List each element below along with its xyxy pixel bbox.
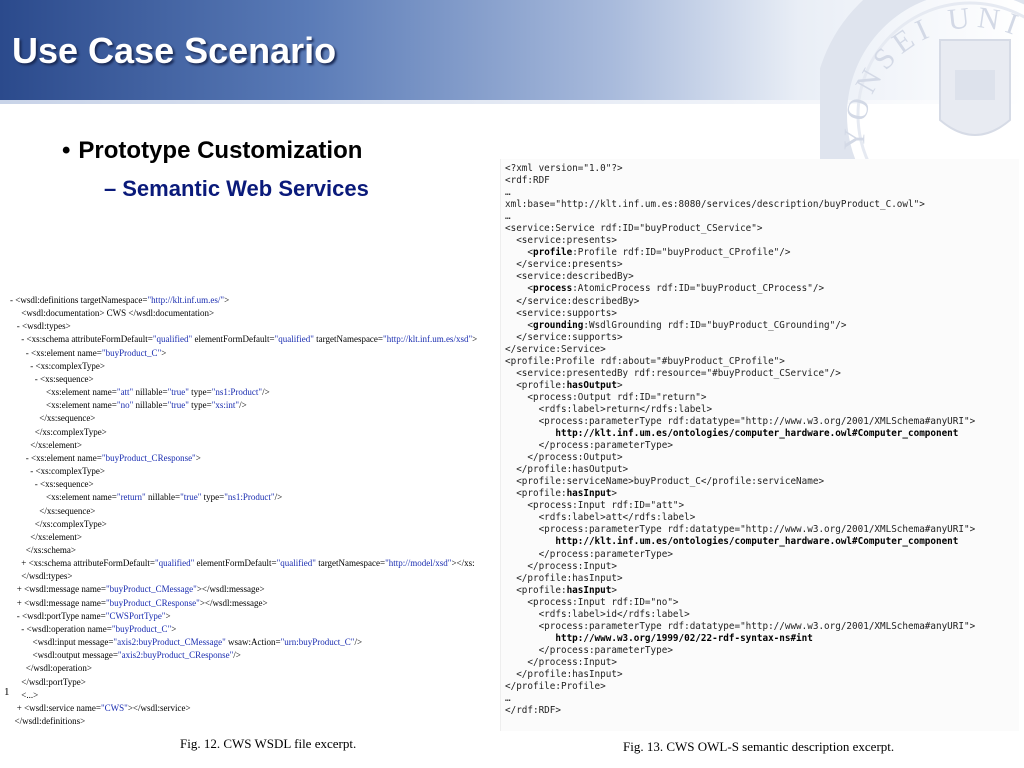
- bullet-level1-text: Prototype Customization: [78, 137, 363, 164]
- wsdl-code-line: - <xs:complexType>: [10, 466, 106, 477]
- owl-code-line: <profile:Profile rdf:ID="buyProduct_CPro…: [505, 247, 791, 259]
- owl-code-line: http://klt.inf.um.es/ontologies/computer…: [555, 536, 959, 548]
- wsdl-code-line: </wsdl:operation>: [10, 663, 92, 674]
- wsdl-code-line: + <wsdl:message name="buyProduct_CMessag…: [10, 584, 265, 595]
- owl-code-line: …: [505, 187, 511, 199]
- margin-mark: 1: [4, 686, 10, 698]
- owl-code-line: </process:Output>: [505, 452, 623, 464]
- wsdl-code-line: </xs:schema>: [10, 544, 76, 555]
- wsdl-code-line: <xs:element name="no" nillable="true" ty…: [10, 400, 247, 411]
- wsdl-code-line: <wsdl:documentation> CWS </wsdl:document…: [10, 308, 215, 319]
- owl-s-code-listing: <?xml version="1.0"?> <rdf:RDF … xml:bas…: [505, 163, 975, 717]
- owl-code-line: <service:supports>: [505, 307, 617, 319]
- owl-code-line: <service:presentedBy rdf:resource="#buyP…: [505, 367, 841, 379]
- wsdl-code-line: </wsdl:types>: [10, 571, 73, 582]
- owl-code-line: <process:Input rdf:ID="att">: [505, 500, 685, 512]
- owl-s-code-figure: <?xml version="1.0"?> <rdf:RDF … xml:bas…: [500, 159, 1019, 731]
- owl-code-line: <rdf:RDF: [505, 175, 550, 187]
- owl-code-line: http://klt.inf.um.es/ontologies/computer…: [555, 428, 959, 440]
- wsdl-code-listing: - <wsdl:definitions targetNamespace="htt…: [10, 294, 477, 728]
- wsdl-code-line: - <xs:sequence>: [10, 479, 94, 490]
- owl-code-line: </service:presents>: [505, 259, 623, 271]
- wsdl-code-line: </wsdl:definitions>: [10, 716, 86, 726]
- owl-code-line: </profile:hasOutput>: [505, 464, 629, 476]
- owl-code-line: </profile:Profile>: [505, 681, 606, 693]
- wsdl-code-line: </xs:complexType>: [10, 426, 107, 437]
- wsdl-code-figure: - <wsdl:definitions targetNamespace="htt…: [0, 292, 494, 726]
- owl-code-line: <?xml version="1.0"?>: [505, 163, 623, 174]
- owl-code-line: </process:parameterType>: [505, 644, 673, 656]
- owl-code-line: <grounding:WsdlGrounding rdf:ID="buyProd…: [505, 319, 847, 331]
- owl-code-line: <process:parameterType rdf:datatype="htt…: [505, 524, 976, 536]
- owl-code-line: </service:supports>: [505, 331, 623, 343]
- owl-code-line: <process:Input rdf:ID="no">: [505, 596, 679, 608]
- bullet-prototype-customization: • Prototype Customization: [62, 137, 362, 165]
- wsdl-code-line: <wsdl:input message="axis2:buyProduct_CM…: [10, 637, 363, 648]
- wsdl-code-line: + <xs:schema attributeFormDefault="quali…: [10, 558, 475, 569]
- slide-title: Use Case Scenario: [12, 30, 337, 71]
- owl-code-line: </profile:hasInput>: [505, 572, 623, 584]
- wsdl-code-line: </wsdl:portType>: [10, 676, 86, 687]
- owl-code-line: </service:describedBy>: [505, 295, 640, 307]
- wsdl-code-line: - <xs:sequence>: [10, 373, 94, 384]
- owl-code-line: <process:AtomicProcess rdf:ID="buyProduc…: [505, 283, 825, 295]
- wsdl-code-line: + <wsdl:message name="buyProduct_CRespon…: [10, 597, 268, 608]
- owl-code-line: <service:presents>: [505, 235, 617, 247]
- dash-glyph: –: [104, 176, 117, 201]
- owl-code-line: <process:parameterType rdf:datatype="htt…: [505, 415, 976, 427]
- owl-code-line: </service:Service>: [505, 343, 606, 355]
- wsdl-code-line: <wsdl:output message="axis2:buyProduct_C…: [10, 650, 241, 661]
- wsdl-code-line: <xs:element name="return" nillable="true…: [10, 492, 283, 503]
- wsdl-code-line: - <wsdl:operation name="buyProduct_C">: [10, 623, 177, 634]
- owl-code-line: …: [505, 693, 511, 705]
- wsdl-code-line: - <wsdl:portType name="CWSPortType">: [10, 610, 171, 621]
- wsdl-code-line: - <xs:element name="buyProduct_C">: [10, 347, 167, 358]
- wsdl-code-line: </xs:element>: [10, 439, 82, 450]
- owl-code-line: http://www.w3.org/1999/02/22-rdf-syntax-…: [555, 632, 813, 644]
- wsdl-code-line: </xs:sequence>: [10, 413, 96, 424]
- owl-code-line: </profile:hasInput>: [505, 668, 623, 680]
- figure-caption-wsdl: Fig. 12. CWS WSDL file excerpt.: [180, 736, 357, 751]
- owl-code-line: <profile:Profile rdf:about="#buyProduct_…: [505, 355, 785, 367]
- owl-code-line: </process:Input>: [505, 656, 617, 668]
- owl-code-line: <service:Service rdf:ID="buyProduct_CSer…: [505, 223, 763, 235]
- owl-code-line: <profile:hasInput>: [505, 488, 617, 500]
- wsdl-code-line: - <wsdl:definitions targetNamespace="htt…: [10, 295, 230, 305]
- owl-code-line: <rdfs:label>att</rdfs:label>: [505, 512, 696, 524]
- owl-code-line: </process:Input>: [505, 560, 617, 572]
- owl-code-line: <service:describedBy>: [505, 271, 634, 283]
- university-seal-watermark: YONSEI UNIVERSITY: [820, 0, 1024, 175]
- owl-code-line: </process:parameterType>: [505, 440, 673, 452]
- wsdl-code-line: + <wsdl:service name="CWS"></wsdl:servic…: [10, 702, 191, 713]
- wsdl-code-line: <xs:element name="att" nillable="true" t…: [10, 387, 270, 398]
- figure-caption-owl: Fig. 13. CWS OWL-S semantic description …: [623, 739, 895, 754]
- seal-icon: YONSEI UNIVERSITY: [820, 0, 1024, 175]
- owl-code-line: <profile:hasOutput>: [505, 379, 623, 391]
- bullet-glyph: •: [62, 137, 71, 164]
- owl-code-line: <rdfs:label>id</rdfs:label>: [505, 608, 690, 620]
- owl-code-line: <profile:hasInput>: [505, 584, 617, 596]
- wsdl-code-line: </xs:sequence>: [10, 505, 96, 516]
- owl-code-line: <profile:serviceName>buyProduct_C</profi…: [505, 476, 825, 488]
- wsdl-code-line: - <wsdl:types>: [10, 321, 71, 332]
- owl-code-line: </rdf:RDF>: [505, 705, 561, 717]
- bullet-level2-text: Semantic Web Services: [122, 176, 369, 201]
- wsdl-code-line: </xs:element>: [10, 531, 82, 542]
- owl-code-line: </process:parameterType>: [505, 548, 673, 560]
- owl-code-line: …: [505, 211, 511, 223]
- owl-code-line: xml:base="http://klt.inf.um.es:8080/serv…: [505, 199, 925, 211]
- wsdl-code-line: </xs:complexType>: [10, 518, 107, 529]
- wsdl-code-line: - <xs:complexType>: [10, 360, 106, 371]
- wsdl-code-line: <...>: [10, 689, 39, 700]
- subbullet-semantic-web-services: – Semantic Web Services: [104, 176, 369, 202]
- wsdl-code-line: - <xs:schema attributeFormDefault="quali…: [10, 334, 478, 345]
- owl-code-line: <process:parameterType rdf:datatype="htt…: [505, 620, 976, 632]
- owl-code-line: <process:Output rdf:ID="return">: [505, 391, 707, 403]
- wsdl-code-line: - <xs:element name="buyProduct_CResponse…: [10, 452, 201, 463]
- owl-code-line: <rdfs:label>return</rdfs:label>: [505, 403, 713, 415]
